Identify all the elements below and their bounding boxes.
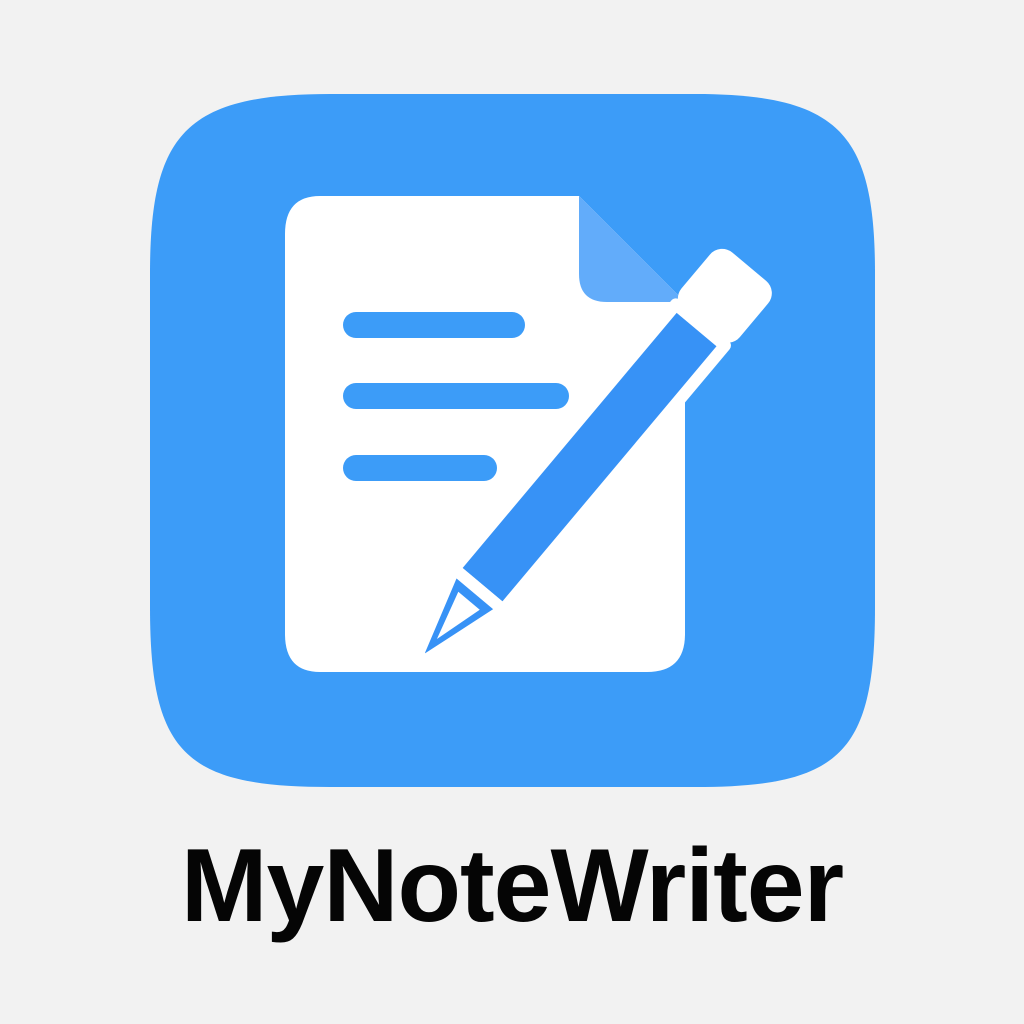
app-launch-screen: MyNoteWriter (0, 0, 1024, 1024)
app-icon[interactable] (150, 94, 875, 787)
note-with-pencil-icon (150, 94, 875, 787)
app-name-label: MyNoteWriter (180, 828, 844, 944)
